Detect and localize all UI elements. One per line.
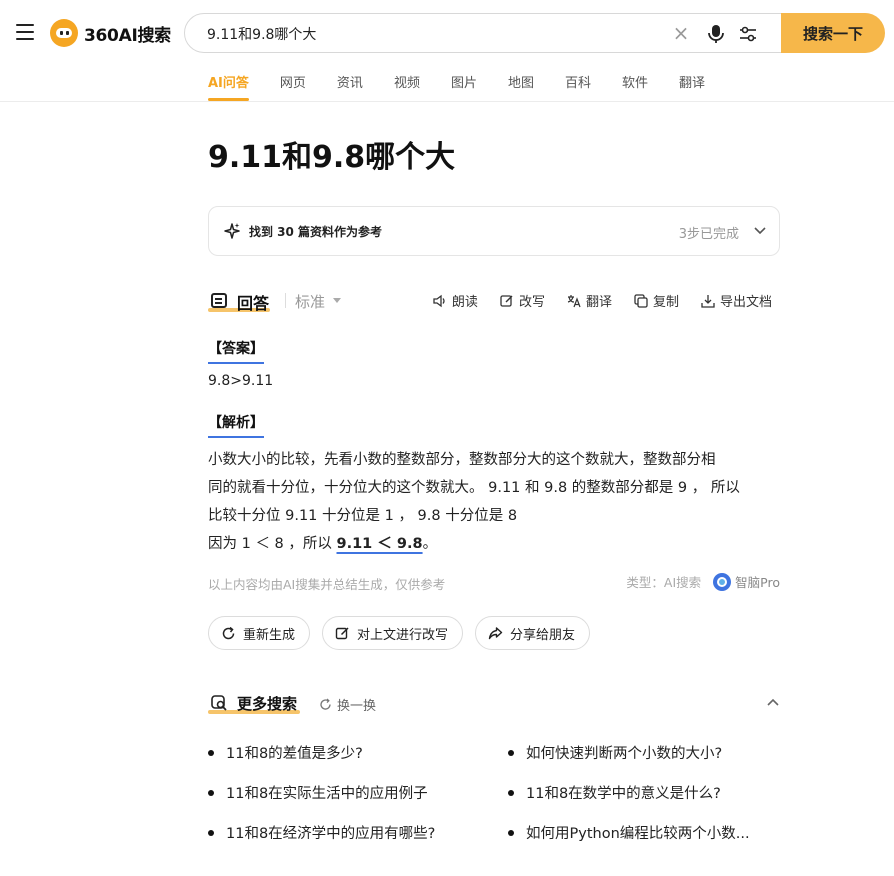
chevron-down-icon[interactable] [753,223,767,237]
analysis-line: 同的就看十分位，十分位大的这个数就大。 9.11 和 9.8 的整数部分都是 9… [208,480,740,496]
tab-ai-qa[interactable]: AI问答 [208,72,249,102]
suggestion-item[interactable]: 11和8在数学中的意义是什么? [508,782,721,803]
read-aloud-button[interactable]: 朗读 [433,291,478,310]
regenerate-label: 重新生成 [243,627,296,643]
suggestion-item[interactable]: 11和8在实际生活中的应用例子 [208,782,428,803]
type-label: 类型：AI搜索 [626,575,702,590]
rewrite-button[interactable]: 改写 [500,291,545,310]
search-button[interactable]: 搜索一下 [781,13,885,53]
tab-bar: AI问答 网页 资讯 视频 图片 地图 百科 软件 翻译 [208,72,736,102]
conclusion-line: 因为 1 ＜ 8 ，所以 9.11 ＜ 9.8。 [208,530,780,558]
microphone-icon[interactable] [707,24,725,44]
filter-icon[interactable] [739,26,757,42]
translate-label: 翻译 [585,295,612,310]
copy-button[interactable]: 复制 [634,291,679,310]
suggestion-item[interactable]: 如何用Python编程比较两个小数... [508,822,750,843]
brain-icon [713,572,732,591]
suggestion-item[interactable]: 如何快速判断两个小数的大小? [508,742,722,763]
brand-label: 智脑Pro [735,575,780,590]
rewrite-label: 改写 [518,295,545,310]
export-label: 导出文档 [719,295,772,310]
edit-icon [335,626,349,639]
disclaimer: 以上内容均由AI搜集并总结生成，仅供参考 [208,577,446,592]
analysis-section-label: 【解析】 [208,412,264,438]
copy-label: 复制 [652,295,679,310]
copy-icon [634,293,648,308]
answer-section-label: 【答案】 [208,338,264,364]
chevron-up-icon[interactable] [766,696,780,710]
references-status: 3步已完成 [678,227,739,242]
suggestion-item[interactable]: 11和8的差值是多少? [208,742,363,763]
conclusion-prefix: 因为 1 ＜ 8 ，所以 [208,536,337,552]
tab-images[interactable]: 图片 [451,72,477,102]
export-button[interactable]: 导出文档 [701,291,772,310]
answer-header: 回答 标准 朗读 改写 翻译 复制 导出文档 [208,288,780,314]
translate-icon [567,294,581,307]
share-icon [488,626,503,639]
tab-news[interactable]: 资讯 [337,72,363,102]
type-info: 类型：AI搜索 智脑Pro [626,572,780,591]
tab-software[interactable]: 软件 [622,72,648,102]
rewrite-above-button[interactable]: 对上文进行改写 [322,616,464,650]
tab-map[interactable]: 地图 [508,72,534,102]
page-title: 9.11和9.8哪个大 [208,140,456,175]
speaker-icon [433,294,445,307]
more-search-label: 更多搜索 [237,695,298,713]
suggestion-item[interactable]: 11和8在经济学中的应用有哪些? [208,822,435,843]
analysis-line: 比较十分位 9.11 十分位是 1 ， 9.8 十分位是 8 [208,508,518,524]
refresh-icon [320,698,331,710]
share-button[interactable]: 分享给朋友 [475,616,591,650]
edit-icon [500,294,513,307]
menu-icon[interactable] [16,24,34,40]
action-buttons: 重新生成 对上文进行改写 分享给朋友 [208,616,602,650]
logo-icon [50,19,78,47]
tab-video[interactable]: 视频 [394,72,420,102]
tab-encyclopedia[interactable]: 百科 [565,72,591,102]
caret-down-icon[interactable] [333,298,341,303]
export-icon [701,294,715,308]
analysis-line: 小数大小的比较，先看小数的整数部分，整数部分大的这个数就大，整数部分相 [208,452,716,468]
references-bar[interactable]: 找到 30 篇资料作为参考 3步已完成 [208,206,780,256]
analysis-text: 小数大小的比较，先看小数的整数部分，整数部分大的这个数就大，整数部分相 同的就看… [208,446,780,558]
regenerate-button[interactable]: 重新生成 [208,616,311,650]
references-text: 找到 30 篇资料作为参考 [249,225,383,239]
logo[interactable]: 360AI搜索 [50,18,171,48]
mode-select[interactable]: 标准 [295,291,325,312]
answer-label: 回答 [237,294,270,313]
answer-icon [211,293,227,308]
search-box: × 搜索一下 [184,13,885,53]
tab-translate[interactable]: 翻译 [679,72,705,102]
divider [285,293,286,308]
share-label: 分享给朋友 [510,627,576,643]
conclusion-highlight: 9.11 ＜ 9.8 [336,536,423,552]
answer-value: 9.8>9.11 [208,373,274,389]
more-search-header: 更多搜索 换一换 [208,692,780,718]
refresh-label: 换一换 [337,699,377,714]
search-input[interactable] [207,23,647,45]
clear-icon[interactable]: × [672,23,690,43]
answer-tools: 朗读 改写 翻译 复制 导出文档 [411,291,772,310]
rewrite-above-label: 对上文进行改写 [357,627,449,643]
refresh-suggestions-button[interactable]: 换一换 [319,695,376,714]
read-aloud-label: 朗读 [451,295,478,310]
refresh-icon [222,626,235,639]
sparkle-icon [224,223,240,239]
search-more-icon [211,695,227,711]
top-bar: 360AI搜索 × 搜索一下 AI问答 网页 资讯 视频 图片 地图 百科 软件… [0,0,894,102]
conclusion-suffix: 。 [422,536,438,552]
translate-button[interactable]: 翻译 [567,291,612,310]
logo-text: 360AI搜索 [84,25,171,46]
tab-web[interactable]: 网页 [280,72,306,102]
